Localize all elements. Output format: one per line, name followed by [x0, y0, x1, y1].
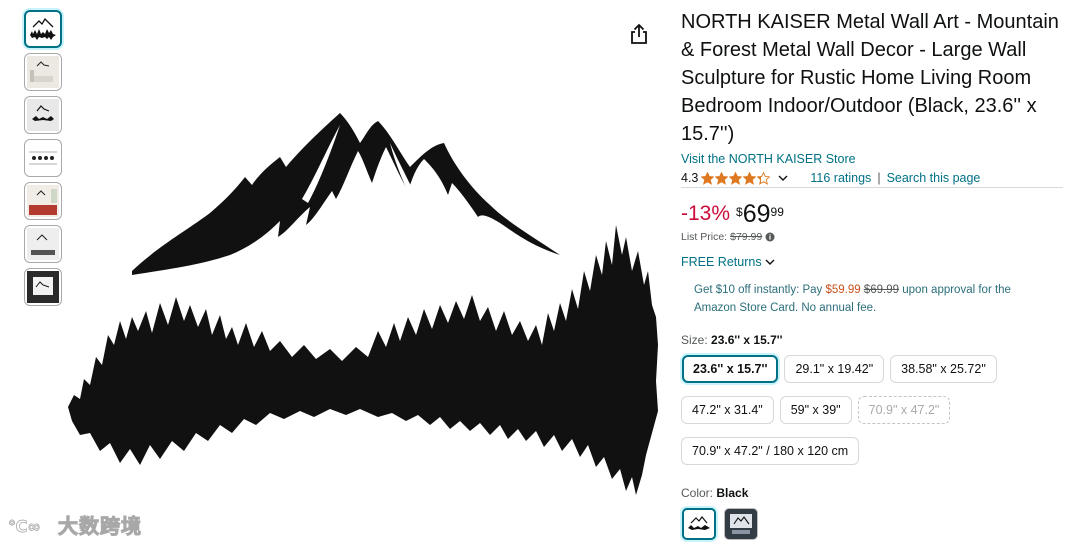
separator: |: [877, 171, 881, 185]
thumbnail-6[interactable]: [24, 225, 62, 263]
chevron-down-icon: [765, 259, 775, 265]
size-option[interactable]: 29.1" x 19.42": [784, 355, 885, 383]
wall-mounted-thumb-icon: [27, 228, 59, 260]
star-icon: [701, 171, 715, 185]
rating-row: 4.3 116 ratings | Search this page: [681, 171, 1063, 188]
swatch-art-icon: [688, 516, 710, 530]
thumbnail-4[interactable]: [24, 139, 62, 177]
thumbnail-7[interactable]: [24, 268, 62, 306]
free-returns[interactable]: FREE Returns: [681, 255, 1066, 269]
rating-value: 4.3: [681, 171, 699, 185]
star-icon: [729, 171, 743, 185]
thumbnail-1[interactable]: [24, 10, 62, 48]
product-details: NORTH KAISER Metal Wall Art - Mountain &…: [681, 8, 1066, 540]
list-price-label: List Price:: [681, 231, 728, 243]
watermark-text: 大数跨境: [58, 514, 142, 539]
chevron-down-icon[interactable]: [778, 174, 788, 182]
living-room-thumb-icon: [27, 56, 59, 88]
card-offer-prefix: Get $10 off instantly: Pay: [694, 284, 823, 296]
set-thumb-icon: [29, 151, 57, 165]
bedroom-thumb-icon: [27, 185, 59, 217]
color-label: Color: Black: [681, 486, 1066, 500]
color-swatches: [682, 508, 1066, 540]
price-row: -13% $ 69 99: [681, 200, 1066, 228]
star-rating[interactable]: [701, 171, 771, 185]
star-icon: [715, 171, 729, 185]
size-option[interactable]: 47.2" x 31.4": [681, 396, 774, 424]
store-link[interactable]: Visit the NORTH KAISER Store: [681, 152, 856, 166]
list-price-value: $79.99: [730, 231, 763, 243]
card-offer-old-price: $69.99: [863, 284, 900, 296]
size-option[interactable]: 59" x 39": [779, 396, 852, 424]
size-selected: 23.6'' x 15.7'': [711, 333, 783, 347]
info-icon[interactable]: [765, 232, 775, 242]
search-page-link[interactable]: Search this page: [887, 171, 981, 185]
price-whole: 69: [742, 200, 771, 228]
ratings-count-link[interactable]: 116 ratings: [810, 171, 871, 185]
swatch-alt-art-icon: [730, 514, 752, 534]
thumbnail-2[interactable]: [24, 53, 62, 91]
color-selected: Black: [716, 486, 749, 500]
closeup-thumb-icon: [27, 99, 59, 131]
discount-percent: -13%: [681, 202, 731, 225]
size-label-text: Size:: [681, 333, 708, 347]
thumbnail-5[interactable]: [24, 182, 62, 220]
size-option[interactable]: 70.9" x 47.2" / 180 x 120 cm: [681, 437, 860, 465]
star-icon: [743, 171, 757, 185]
thumbnail-rail: [24, 10, 64, 311]
size-options: 23.6'' x 15.7'' 29.1" x 19.42" 38.58" x …: [681, 355, 1071, 478]
color-swatch-black[interactable]: [682, 508, 716, 540]
main-product-image[interactable]: [60, 95, 670, 515]
svg-text:℃∞: ℃∞: [8, 517, 41, 536]
watermark: ℃∞ 大数跨境: [8, 510, 142, 539]
free-returns-label: FREE Returns: [681, 255, 762, 269]
size-option[interactable]: 23.6'' x 15.7'': [682, 355, 779, 383]
size-option[interactable]: 38.58" x 25.72": [890, 355, 997, 383]
star-icon: [757, 171, 771, 185]
list-price-row: List Price: $79.99: [681, 231, 1066, 243]
size-option-unavailable[interactable]: 70.9" x 47.2": [857, 396, 951, 424]
color-swatch-alt[interactable]: [724, 508, 758, 540]
size-label: Size: 23.6'' x 15.7'': [681, 333, 1066, 347]
store-card-offer: Get $10 off instantly: Pay $59.99 $69.99…: [694, 281, 1039, 317]
watermark-logo-icon: ℃∞: [8, 516, 41, 536]
share-icon[interactable]: [628, 22, 650, 46]
thumbnail-3[interactable]: [24, 96, 62, 134]
color-label-text: Color:: [681, 486, 714, 500]
price-fraction: 99: [770, 205, 784, 219]
card-offer-new-price: $59.99: [825, 284, 861, 296]
price-currency: $: [736, 205, 743, 219]
mountain-art-thumb-icon: [30, 17, 56, 40]
dark-display-thumb-icon: [27, 271, 59, 303]
product-title: NORTH KAISER Metal Wall Art - Mountain &…: [681, 11, 1059, 145]
